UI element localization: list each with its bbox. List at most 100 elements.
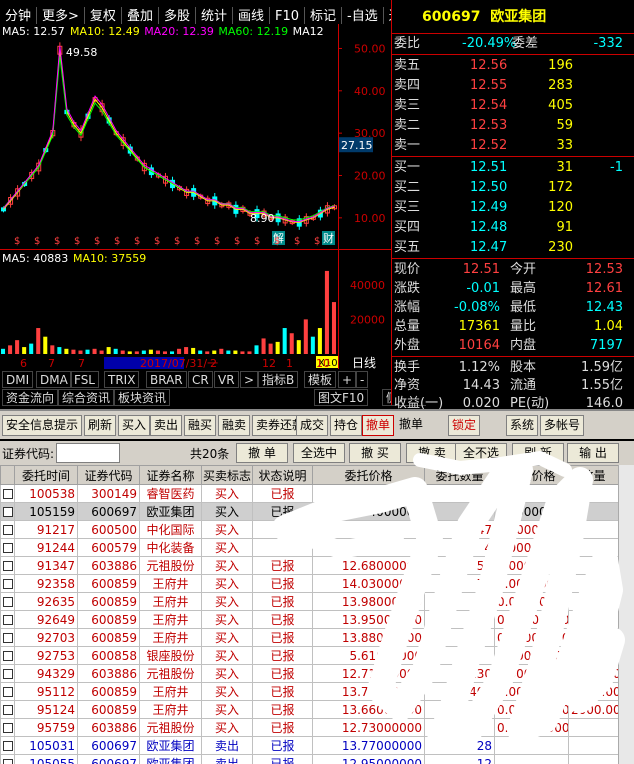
row-checkbox-cell[interactable] bbox=[0, 484, 15, 503]
table-row[interactable]: 92635 600859 王府井 买入 已报 13.98000000 0.00000000 bbox=[0, 592, 619, 611]
toolbar-button[interactable]: 买入 bbox=[118, 415, 151, 436]
cancel-toolbar-button[interactable]: 刷 新 bbox=[512, 443, 564, 463]
row-checkbox-cell[interactable] bbox=[0, 520, 15, 539]
cancel-toolbar-button[interactable]: 撤 买 bbox=[349, 443, 401, 463]
indicator-tab[interactable]: CR bbox=[188, 371, 213, 388]
kline-svg[interactable]: MA5: 12.57 MA10: 12.49 MA20: 12.39 MA60: 12… bbox=[0, 24, 391, 370]
kline-chart[interactable]: MA5: 12.57 MA10: 12.49 MA20: 12.39 MA60: 12… bbox=[0, 24, 391, 370]
indicator-tab[interactable]: - bbox=[356, 371, 369, 388]
table-row[interactable]: 95112 600859 王府井 买入 已报 13.71000000 402 0.000000… bbox=[0, 682, 619, 701]
row-checkbox[interactable] bbox=[3, 488, 13, 499]
indicator-tab[interactable]: > bbox=[240, 371, 259, 388]
indicator-tab[interactable]: 模板 bbox=[304, 371, 337, 388]
row-checkbox-cell[interactable] bbox=[0, 754, 15, 764]
row-checkbox[interactable] bbox=[3, 560, 13, 571]
row-checkbox-cell[interactable] bbox=[0, 718, 15, 737]
row-checkbox[interactable] bbox=[3, 704, 13, 715]
table-row[interactable]: 95759 603886 元祖股份 买入 已报 12.73000000 0.00000000 bbox=[0, 718, 619, 737]
table-row[interactable]: 100538 300149 睿智医药 买入 已报 bbox=[0, 484, 619, 503]
row-checkbox[interactable] bbox=[3, 542, 13, 553]
row-checkbox[interactable] bbox=[3, 686, 13, 697]
column-header[interactable]: 成交价格 bbox=[494, 465, 569, 485]
column-header[interactable]: 买卖标志 bbox=[201, 465, 253, 485]
indicator-tab[interactable]: VR bbox=[214, 371, 239, 388]
row-checkbox-cell[interactable] bbox=[0, 610, 15, 629]
table-row[interactable]: 92753 600858 银座股份 买入 已报 5.61000000 0.00000000 bbox=[0, 646, 619, 665]
toolbar-button[interactable]: 融买 bbox=[184, 415, 217, 436]
cancel-toolbar-button[interactable]: 输 出 bbox=[567, 443, 619, 463]
table-row[interactable]: 105159 600697 欧亚集团 买入 已报 12.44000000 731 0.0000… bbox=[0, 502, 619, 521]
info-tab[interactable]: 图文F10 bbox=[314, 389, 369, 406]
indicator-tab[interactable]: FSL bbox=[70, 371, 99, 388]
indicator-tab[interactable]: TRIX bbox=[104, 371, 140, 388]
cancel-toolbar-button[interactable]: 全不选 bbox=[455, 443, 507, 463]
stat-label: 内盘 bbox=[510, 338, 537, 353]
cancel-toolbar-button[interactable]: 撤 卖 bbox=[406, 443, 458, 463]
row-checkbox-cell[interactable] bbox=[0, 556, 15, 575]
row-checkbox[interactable] bbox=[3, 632, 13, 643]
column-header[interactable]: 状态说明 bbox=[252, 465, 313, 485]
toolbar-button[interactable]: 撤单 bbox=[362, 415, 395, 436]
row-checkbox[interactable] bbox=[3, 614, 13, 625]
table-row[interactable]: 92358 600859 王府井 买入 已报 14.03000000 70 0.0000000… bbox=[0, 574, 619, 593]
toolbar-button[interactable]: 刷新 bbox=[84, 415, 117, 436]
row-checkbox-cell[interactable] bbox=[0, 736, 15, 755]
table-row[interactable]: 92703 600859 王府井 买入 已报 13.88000000 0.00000000 1… bbox=[0, 628, 619, 647]
column-header[interactable]: 委托时间 bbox=[14, 465, 78, 485]
toolbar-button[interactable]: 安全信息提示 bbox=[2, 415, 83, 436]
indicator-tab[interactable]: + bbox=[338, 371, 357, 388]
row-checkbox[interactable] bbox=[3, 722, 13, 733]
info-tab[interactable]: 资金流向 bbox=[2, 389, 59, 406]
toolbar-button[interactable]: 持仓 bbox=[330, 415, 363, 436]
table-row[interactable]: 91347 603886 元祖股份 买入 已报 12.68000000 50 0.000000… bbox=[0, 556, 619, 575]
table-row[interactable]: 95124 600859 王府井 买入 已报 13.66000000 405 0.000000… bbox=[0, 700, 619, 719]
stat-label: 量比 bbox=[510, 319, 537, 334]
toolbar-button[interactable]: 多帐号 bbox=[540, 415, 585, 436]
code-input[interactable] bbox=[56, 443, 120, 463]
table-row[interactable]: 105055 600697 欧亚集团 卖出 已报 12.95000000 12 bbox=[0, 754, 619, 764]
toolbar-button[interactable]: 成交 bbox=[296, 415, 329, 436]
row-checkbox-cell[interactable] bbox=[0, 664, 15, 683]
row-checkbox-cell[interactable] bbox=[0, 574, 15, 593]
row-checkbox-cell[interactable] bbox=[0, 502, 15, 521]
row-checkbox[interactable] bbox=[3, 578, 13, 589]
column-header[interactable]: 委托数量 bbox=[424, 465, 495, 485]
row-checkbox[interactable] bbox=[3, 596, 13, 607]
table-row[interactable]: 94329 603886 元祖股份 买入 已报 12.71000000 130 0.00000… bbox=[0, 664, 619, 683]
toolbar-button[interactable]: 系统 bbox=[506, 415, 539, 436]
toolbar-button[interactable]: 卖出 bbox=[150, 415, 183, 436]
row-checkbox-cell[interactable] bbox=[0, 646, 15, 665]
cancel-toolbar-button[interactable]: 撤 单 bbox=[236, 443, 288, 463]
row-checkbox-cell[interactable] bbox=[0, 538, 15, 557]
vol-axis-label: 20000 bbox=[350, 313, 385, 326]
toolbar-button[interactable]: 锁定 bbox=[448, 415, 481, 436]
column-header[interactable]: 数量 bbox=[568, 465, 619, 485]
row-checkbox[interactable] bbox=[3, 650, 13, 661]
column-header[interactable]: 证券名称 bbox=[139, 465, 202, 485]
toolbar-button[interactable]: 融卖 bbox=[218, 415, 251, 436]
indicator-tab[interactable]: DMA bbox=[36, 371, 72, 388]
table-row[interactable]: 105031 600697 欧亚集团 卖出 已报 13.77000000 28 bbox=[0, 736, 619, 755]
toolbar-button[interactable]: 撤单 bbox=[396, 415, 427, 436]
indicator-tab[interactable]: BRAR bbox=[146, 371, 187, 388]
column-header[interactable]: 证券代码 bbox=[77, 465, 140, 485]
row-checkbox[interactable] bbox=[3, 668, 13, 679]
column-header[interactable]: 委托价格 bbox=[312, 465, 425, 485]
row-checkbox-cell[interactable] bbox=[0, 682, 15, 701]
row-checkbox-cell[interactable] bbox=[0, 592, 15, 611]
row-checkbox[interactable] bbox=[3, 506, 13, 517]
row-checkbox[interactable] bbox=[3, 740, 13, 751]
table-row[interactable]: 92649 600859 王府井 买入 已报 13.95000000 87 0.0000000… bbox=[0, 610, 619, 629]
table-row[interactable]: 91217 600500 中化国际 买入 47 0.00000000 bbox=[0, 520, 619, 539]
vertical-scrollbar[interactable] bbox=[618, 465, 634, 764]
row-checkbox-cell[interactable] bbox=[0, 700, 15, 719]
cancel-toolbar-button[interactable]: 全选中 bbox=[293, 443, 345, 463]
table-row[interactable]: 91244 600579 中化装备 买入 4 0.00000000 bbox=[0, 538, 619, 557]
row-checkbox[interactable] bbox=[3, 758, 13, 764]
row-checkbox[interactable] bbox=[3, 524, 13, 535]
indicator-tab[interactable]: 指标B bbox=[258, 371, 299, 388]
info-tab[interactable]: 综合资讯 bbox=[58, 389, 115, 406]
indicator-tab[interactable]: DMI bbox=[2, 371, 34, 388]
row-checkbox-cell[interactable] bbox=[0, 628, 15, 647]
info-tab[interactable]: 板块资讯 bbox=[114, 389, 171, 406]
